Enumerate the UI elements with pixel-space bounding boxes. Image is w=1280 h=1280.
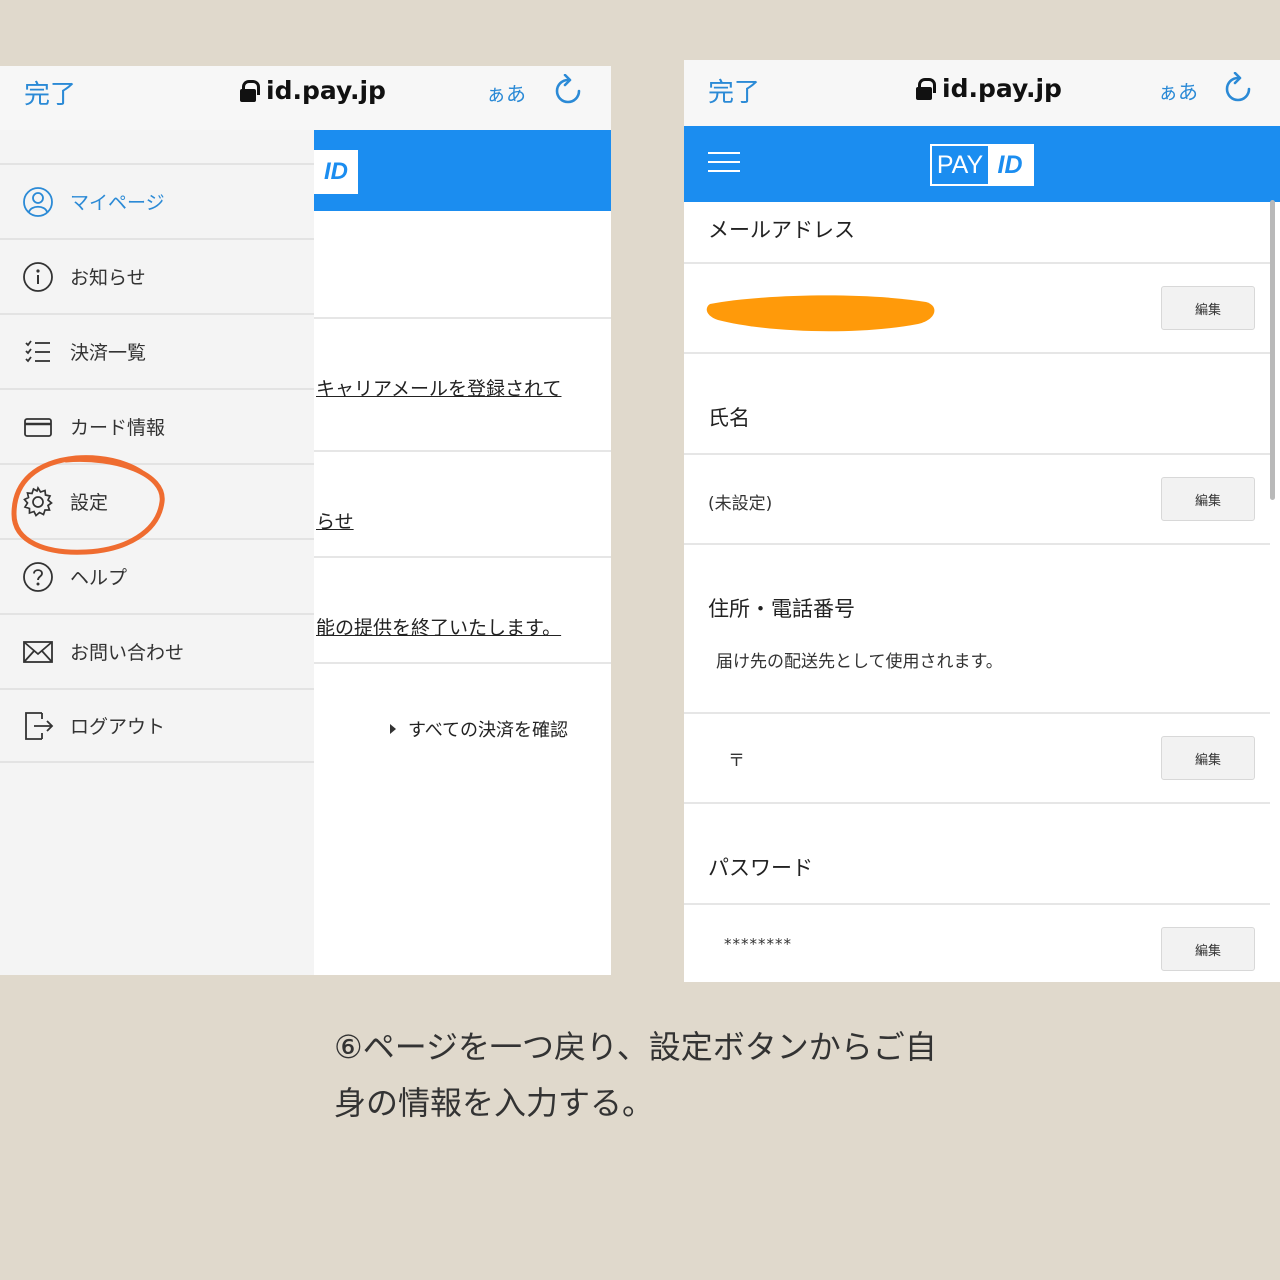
reload-icon[interactable] [1224, 72, 1252, 104]
notice-link[interactable]: キャリアメールを登録されて [316, 374, 561, 401]
lock-icon [916, 77, 936, 100]
annotation-circle [11, 455, 165, 555]
caption-line-1: ⑥ページを一つ戻り、設定ボタンからご自 [334, 1028, 937, 1066]
password-label: パスワード [708, 856, 813, 880]
url-text: id.pay.jp [942, 74, 1062, 103]
mail-icon [22, 636, 54, 668]
password-value: ******** [724, 935, 792, 953]
password-row: ******** 編集 [684, 905, 1270, 982]
right-screenshot: 完了 id.pay.jp ぁあ PAY ID メールアドレス 編集 氏名 (未設… [684, 60, 1280, 982]
menu-item-contact[interactable]: お問い合わせ [0, 613, 314, 688]
see-all-payments-link[interactable]: すべての決済を確認 [390, 716, 568, 742]
edit-address-button[interactable]: 編集 [1161, 736, 1255, 780]
reload-icon[interactable] [554, 74, 582, 106]
list-icon [22, 336, 54, 368]
browser-toolbar: 完了 id.pay.jp ぁあ [684, 60, 1280, 126]
pay-id-logo: ID [314, 150, 358, 194]
side-drawer: マイページ お知らせ 決済一覧 カード情報 設定 ヘルプ お問い合わせ ログアウ… [0, 130, 314, 975]
address-row: 〒 編集 [684, 714, 1270, 804]
edit-email-button[interactable]: 編集 [1161, 286, 1255, 330]
redaction-mark [706, 295, 935, 332]
lock-icon [240, 79, 260, 102]
name-row: (未設定) 編集 [684, 455, 1270, 545]
postal-mark: 〒 [728, 751, 745, 771]
address-bar[interactable]: id.pay.jp [916, 74, 1062, 103]
pay-id-logo: PAY ID [930, 144, 1034, 186]
email-section-header: メールアドレス [684, 202, 1270, 264]
done-button[interactable]: 完了 [24, 74, 76, 111]
address-section-header: 住所・電話番号 届け先の配送先として使用されます。 [684, 545, 1270, 714]
caret-right-icon [390, 724, 396, 734]
hamburger-menu-icon[interactable] [708, 152, 740, 174]
edit-name-button[interactable]: 編集 [1161, 477, 1255, 521]
notice-link[interactable]: らせ [316, 507, 354, 534]
menu-item-notices[interactable]: お知らせ [0, 238, 314, 313]
header-bar: ID [314, 130, 611, 211]
card-icon [22, 411, 54, 443]
scrollbar[interactable] [1270, 200, 1275, 500]
user-icon [22, 186, 54, 218]
browser-toolbar: 完了 id.pay.jp ぁあ [0, 66, 611, 130]
menu-item-payments[interactable]: 決済一覧 [0, 313, 314, 388]
name-label: 氏名 [708, 406, 750, 430]
address-bar[interactable]: id.pay.jp [240, 76, 386, 105]
menu-item-mypage[interactable]: マイページ [0, 163, 314, 238]
address-note: 届け先の配送先として使用されます。 [716, 652, 1003, 672]
menu-item-logout[interactable]: ログアウト [0, 688, 314, 763]
notice-link[interactable]: 能の提供を終了いたします。 [316, 613, 561, 640]
done-button[interactable]: 完了 [708, 72, 760, 109]
password-section-header: パスワード [684, 804, 1270, 905]
header-bar: PAY ID [684, 126, 1280, 202]
name-section-header: 氏名 [684, 354, 1270, 455]
notice-row[interactable] [314, 558, 611, 664]
notice-row[interactable] [314, 452, 611, 558]
text-size-button[interactable]: ぁあ [1158, 76, 1198, 105]
address-label: 住所・電話番号 [708, 597, 855, 621]
text-size-button[interactable]: ぁあ [486, 78, 526, 107]
name-value: (未設定) [708, 494, 773, 514]
info-icon [22, 261, 54, 293]
caption-line-2: 身の情報を入力する。 [334, 1084, 655, 1122]
email-label: メールアドレス [708, 218, 855, 242]
email-row: 編集 [684, 264, 1270, 354]
logout-icon [22, 710, 54, 742]
notice-row [314, 211, 611, 319]
edit-password-button[interactable]: 編集 [1161, 927, 1255, 971]
url-text: id.pay.jp [266, 76, 386, 105]
left-screenshot: 完了 id.pay.jp ぁあ ID キャリアメールを登録されて らせ 能の提供… [0, 66, 611, 975]
